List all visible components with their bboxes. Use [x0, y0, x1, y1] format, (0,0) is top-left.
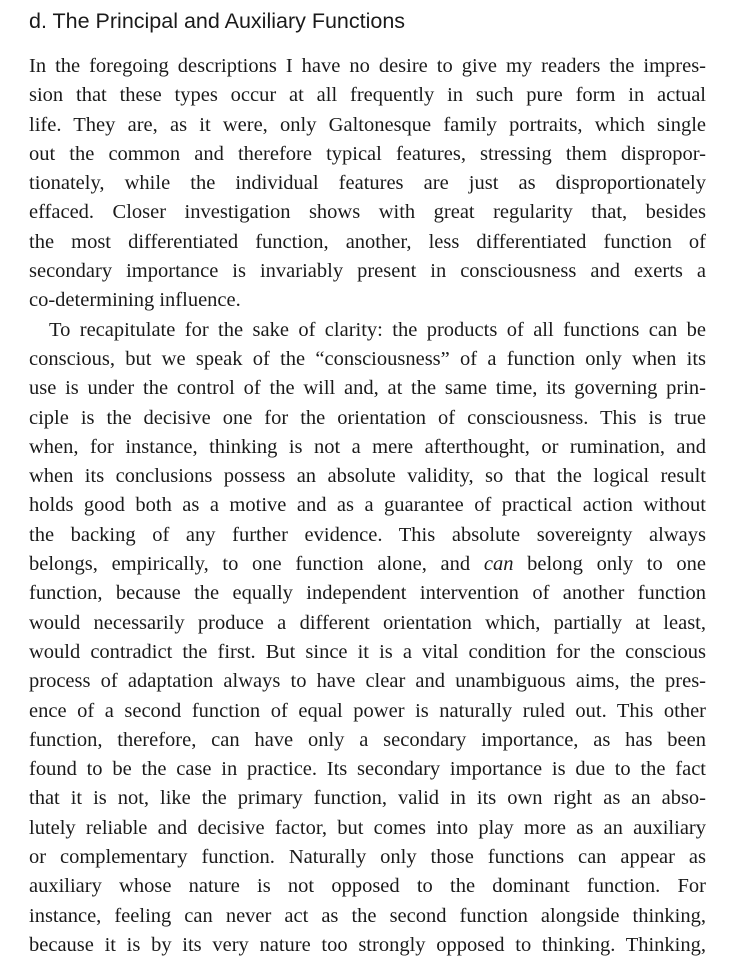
text-line: auxiliary whose nature is not opposed to… — [29, 875, 706, 898]
text-line: lutely reliable and decisive factor, but… — [29, 816, 706, 839]
text-line: sion that these types occur at all frequ… — [29, 84, 706, 107]
text-line: ciple is the decisive one for the orient… — [29, 406, 706, 429]
text-run: belongs, empirically, to one function al… — [29, 553, 471, 576]
text-line: process of adaptation always to have cle… — [29, 670, 706, 693]
text-line: when, for instance, thinking is not a me… — [29, 435, 706, 458]
text-line: To recapitulate for the sake of clarity:… — [49, 318, 706, 341]
text-line: effaced. Closer investigation shows with… — [29, 201, 706, 224]
text-line: life. They are, as it were, only Galtone… — [29, 113, 706, 136]
text-line: when its conclusions possess an absolute… — [29, 465, 706, 488]
text-line: holds good both as a motive and as a gua… — [29, 494, 706, 517]
text-line: function, therefore, can have only a sec… — [29, 728, 706, 751]
text-line: out the common and therefore typical fea… — [29, 142, 706, 165]
text-line: co-determining influence. — [29, 289, 241, 312]
text-line: instance, feeling can never act as the s… — [29, 904, 706, 927]
text-line: because it is by its very nature too str… — [29, 933, 706, 956]
section-heading: d. The Principal and Auxiliary Functions — [29, 9, 406, 33]
emphasis-text: can — [483, 553, 514, 576]
body-text: In the foregoing descriptions I have no … — [29, 52, 706, 960]
text-line: or complementary function. Naturally onl… — [29, 846, 706, 869]
text-line: the backing of any further evidence. Thi… — [29, 523, 706, 546]
text-line: tionately, while the individual features… — [29, 172, 706, 195]
text-line: In the foregoing descriptions I have no … — [29, 55, 706, 77]
text-line-with-emphasis: belongs, empirically, to one function al… — [29, 550, 706, 579]
text-line: would contradict the first. But since it… — [29, 640, 706, 663]
text-run: belong only to one — [527, 553, 706, 576]
text-line: would necessarily produce a different or… — [29, 611, 706, 634]
text-line: use is under the control of the will and… — [29, 377, 706, 400]
text-line: secondary importance is invariably prese… — [29, 260, 706, 283]
text-line: found to be the case in practice. Its se… — [29, 758, 706, 781]
text-line: ence of a second function of equal power… — [29, 699, 706, 722]
text-line: conscious, but we speak of the “consciou… — [29, 347, 706, 370]
text-line: that it is not, like the primary functio… — [29, 787, 706, 810]
text-line: the most differentiated function, anothe… — [29, 230, 706, 253]
text-line: function, because the equally independen… — [29, 582, 706, 605]
